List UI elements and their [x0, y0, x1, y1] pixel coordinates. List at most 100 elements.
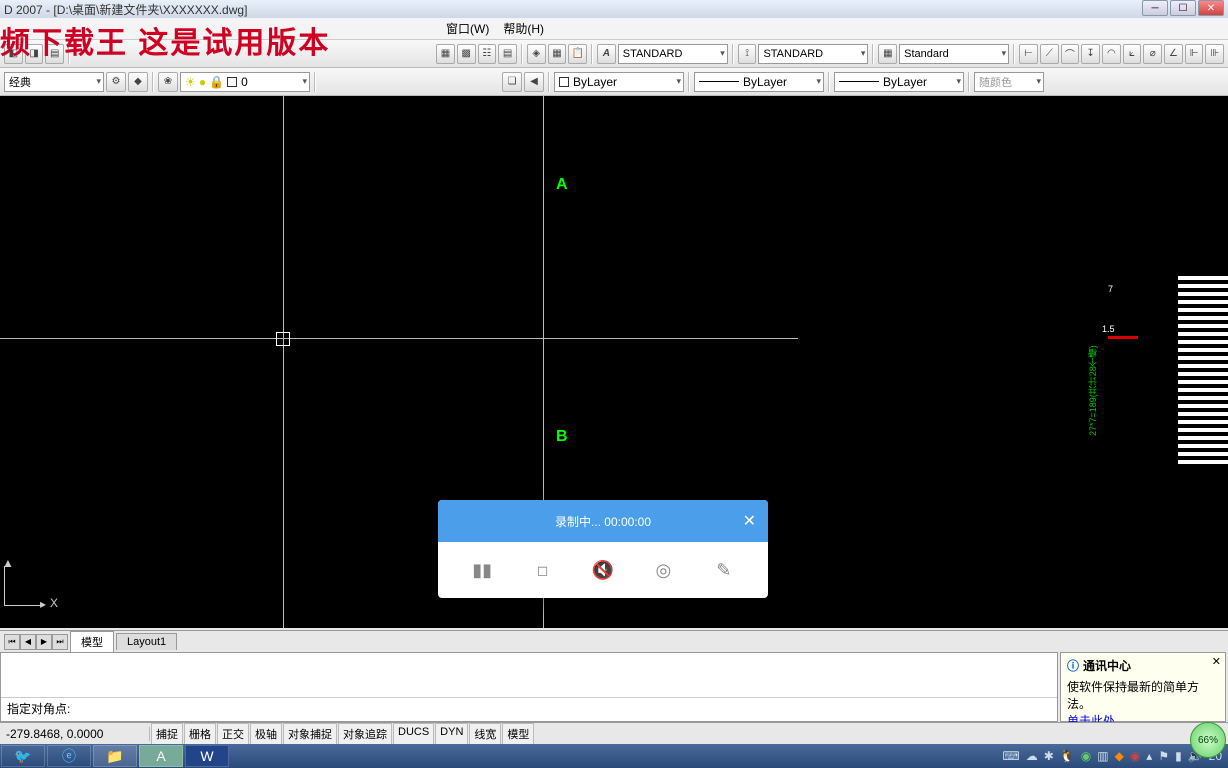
taskbar-app-wps[interactable]: W: [185, 745, 229, 767]
minimize-button[interactable]: ─: [1142, 0, 1168, 16]
workspace-settings-icon[interactable]: ⚙: [106, 72, 126, 92]
annotate-pencil-icon[interactable]: ✎: [706, 552, 742, 588]
webcam-icon[interactable]: ◎: [645, 552, 681, 588]
close-button[interactable]: ✕: [1198, 0, 1224, 16]
taskbar-app-thunder[interactable]: 🐦: [1, 745, 45, 767]
tool-table-icon[interactable]: ▦: [436, 44, 455, 64]
close-icon[interactable]: ✕: [1212, 655, 1221, 668]
tab-model[interactable]: 模型: [70, 631, 114, 652]
layer-combo[interactable]: ☀ ● 🔒 0: [180, 72, 310, 92]
taskbar-app-explorer[interactable]: 📁: [93, 745, 137, 767]
plotstyle-combo[interactable]: 随颜色: [974, 72, 1044, 92]
tool-calc-icon[interactable]: ▦: [548, 44, 567, 64]
taskbar-app-autocad[interactable]: A: [139, 745, 183, 767]
dimension-text-green: 27*7=189(共计28个槽): [1086, 316, 1099, 436]
dim-jogged-icon[interactable]: ⟀: [1123, 44, 1142, 64]
tab-nav-prev-icon[interactable]: ◀: [20, 634, 36, 650]
textstyle-combo[interactable]: STANDARD: [618, 44, 728, 64]
workspace-save-icon[interactable]: ◆: [128, 72, 148, 92]
dim-baseline-icon[interactable]: ⊪: [1205, 44, 1224, 64]
title-bar: D 2007 - [D:\桌面\新建文件夹\XXXXXXX.dwg]: [0, 0, 1228, 18]
status-toggle-正交[interactable]: 正交: [217, 723, 249, 745]
maximize-button[interactable]: ☐: [1170, 0, 1196, 16]
taskbar-app-ie[interactable]: ⓔ: [47, 745, 91, 767]
tablestyle-icon[interactable]: ▦: [878, 44, 897, 64]
tool-sheet-icon[interactable]: ▤: [498, 44, 517, 64]
tab-nav-last-icon[interactable]: ⏭: [52, 634, 68, 650]
lineweight-combo[interactable]: ByLayer: [834, 72, 964, 92]
color-combo[interactable]: ByLayer: [554, 72, 684, 92]
layer-states-icon[interactable]: ❏: [502, 72, 522, 92]
tray-wechat-icon[interactable]: ◉: [1081, 749, 1091, 763]
window-controls: ─ ☐ ✕: [1142, 0, 1224, 16]
mute-icon[interactable]: 🔇: [585, 552, 621, 588]
menu-window[interactable]: 窗口(W): [440, 18, 495, 39]
tray-shield-icon[interactable]: ▥: [1097, 749, 1108, 763]
dim-aligned-icon[interactable]: ⟋: [1040, 44, 1059, 64]
dim-diameter-icon[interactable]: ⌀: [1143, 44, 1162, 64]
status-toggle-对象捕捉[interactable]: 对象捕捉: [283, 723, 337, 745]
menu-help[interactable]: 帮助(H): [497, 18, 550, 39]
status-toggle-DYN[interactable]: DYN: [435, 723, 468, 745]
axis-line-horizontal: [0, 338, 798, 339]
tool-grid-icon[interactable]: ▩: [457, 44, 476, 64]
axis-line-vertical: [283, 96, 284, 628]
separator: [828, 72, 830, 92]
dim-angular-icon[interactable]: ∠: [1164, 44, 1183, 64]
tray-chevron-up-icon[interactable]: ▴: [1146, 749, 1152, 763]
crosshair-cursor: [276, 332, 290, 346]
textstyle-icon[interactable]: A: [597, 44, 616, 64]
status-toggle-DUCS[interactable]: DUCS: [393, 723, 434, 745]
popup-title: 通讯中心: [1083, 657, 1131, 674]
tray-star-icon[interactable]: ✱: [1044, 749, 1054, 763]
dimstyle-combo[interactable]: STANDARD: [758, 44, 868, 64]
separator: [548, 72, 550, 92]
dim-linear-icon[interactable]: ⊢: [1019, 44, 1038, 64]
progress-badge[interactable]: 66%: [1190, 722, 1226, 758]
status-toggle-捕捉[interactable]: 捕捉: [151, 723, 183, 745]
dim-ord-icon[interactable]: ↧: [1081, 44, 1100, 64]
tab-nav-first-icon[interactable]: ⏮: [4, 634, 20, 650]
recorder-titlebar[interactable]: 录制中... 00:00:00 ✕: [438, 500, 768, 542]
status-toggle-栅格[interactable]: 栅格: [184, 723, 216, 745]
close-icon[interactable]: ✕: [743, 511, 756, 531]
separator: [1013, 44, 1015, 64]
linetype-combo[interactable]: ByLayer: [694, 72, 824, 92]
tray-flag-icon[interactable]: ⚑: [1158, 749, 1169, 763]
pause-icon[interactable]: ▮▮: [464, 552, 500, 588]
tray-cloud-icon[interactable]: ☁: [1026, 749, 1038, 763]
tool-paste-icon[interactable]: 📋: [568, 44, 587, 64]
toolbar-row-2: 经典 ⚙ ◆ ❀ ☀ ● 🔒 0 ❏ ◀ ByLayer ByLayer ByL…: [0, 68, 1228, 96]
tray-keyboard-icon[interactable]: ⌨: [1002, 749, 1019, 763]
status-toggle-模型[interactable]: 模型: [502, 723, 534, 745]
layer-prev-icon[interactable]: ◀: [524, 72, 544, 92]
tool-layer-icon[interactable]: ◈: [527, 44, 546, 64]
tablestyle-combo[interactable]: Standard: [899, 44, 1009, 64]
status-toggle-对象追踪[interactable]: 对象追踪: [338, 723, 392, 745]
dimstyle-icon[interactable]: ⟟: [738, 44, 757, 64]
tray-app-icon[interactable]: ◉: [1130, 749, 1140, 763]
separator: [732, 44, 734, 64]
tab-nav-next-icon[interactable]: ▶: [36, 634, 52, 650]
dim-radius-icon[interactable]: ◠: [1102, 44, 1121, 64]
separator: [591, 44, 593, 64]
workspace-combo[interactable]: 经典: [4, 72, 104, 92]
layer-manager-icon[interactable]: ❀: [158, 72, 178, 92]
command-input[interactable]: 指定对角点:: [1, 697, 1057, 719]
tray-app-icon[interactable]: ◆: [1115, 749, 1124, 763]
tool-props-icon[interactable]: ☷: [478, 44, 497, 64]
stop-icon[interactable]: ◻: [525, 552, 561, 588]
command-line-panel: 指定对角点:: [0, 652, 1058, 722]
separator: [314, 72, 316, 92]
windows-taskbar: 🐦 ⓔ 📁 A W ⌨ ☁ ✱ 🐧 ◉ ▥ ◆ ◉ ▴ ⚑ ▮ 🔊 20: [0, 744, 1228, 768]
tray-qq-icon[interactable]: 🐧: [1060, 749, 1075, 763]
separator: [872, 44, 874, 64]
dim-arc-icon[interactable]: ⌒: [1061, 44, 1080, 64]
status-toggle-线宽[interactable]: 线宽: [469, 723, 501, 745]
screen-recorder-popup: 录制中... 00:00:00 ✕ ▮▮ ◻ 🔇 ◎ ✎: [438, 500, 768, 598]
dim-quick-icon[interactable]: ⊩: [1185, 44, 1204, 64]
tab-layout1[interactable]: Layout1: [116, 633, 177, 650]
dimension-text: 1.5: [1102, 324, 1115, 334]
tray-battery-icon[interactable]: ▮: [1175, 749, 1182, 763]
status-toggle-极轴[interactable]: 极轴: [250, 723, 282, 745]
